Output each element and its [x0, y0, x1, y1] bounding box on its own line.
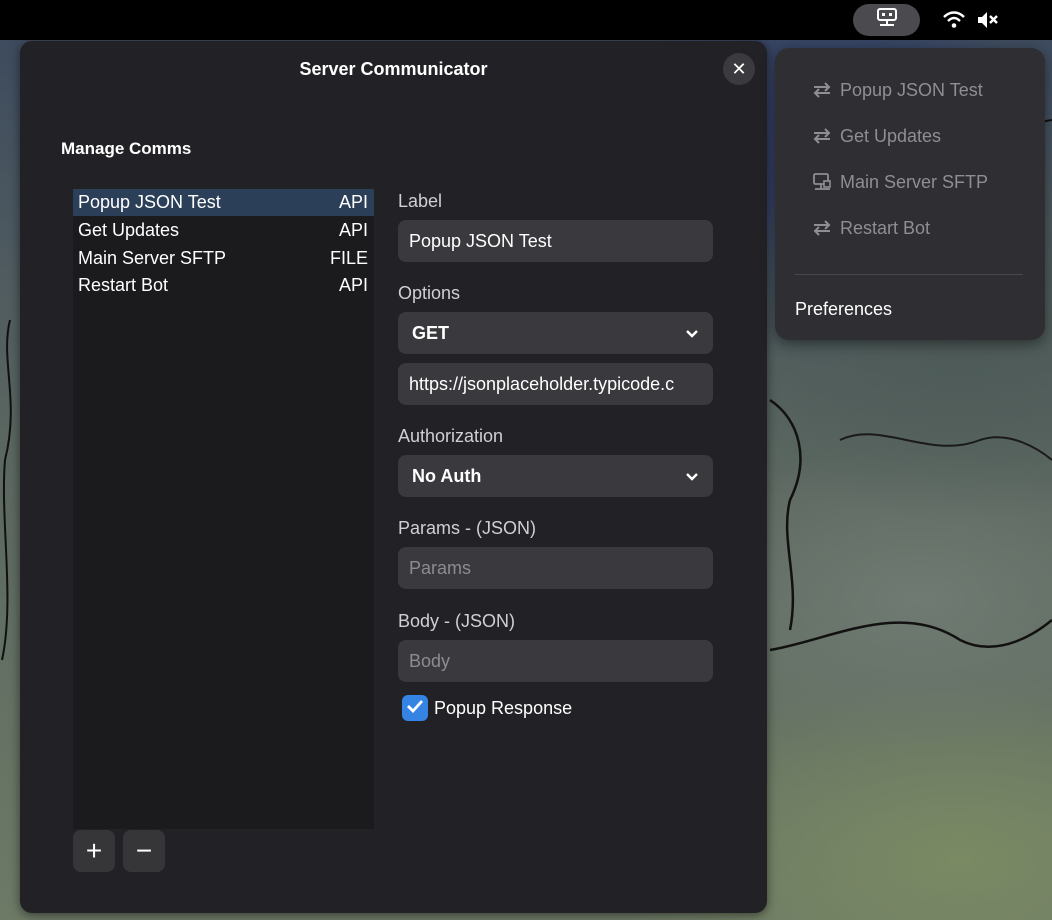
server-communicator-tray-button[interactable] — [853, 4, 920, 36]
network-server-icon — [811, 171, 833, 193]
menu-item-preferences[interactable]: Preferences — [795, 299, 892, 320]
label-input[interactable]: Popup JSON Test — [398, 220, 713, 262]
menu-item-label: Popup JSON Test — [840, 79, 983, 100]
comm-type: API — [338, 219, 368, 240]
close-icon: ✕ — [731, 58, 747, 79]
menu-item-restart-bot[interactable]: Restart Bot — [811, 217, 930, 239]
authorization-value: No Auth — [412, 465, 482, 486]
api-arrows-icon — [811, 217, 833, 239]
plus-icon: + — [85, 835, 103, 866]
method-value: GET — [412, 322, 450, 343]
list-item[interactable]: Popup JSON Test API — [73, 189, 374, 216]
label-field-title: Label — [398, 191, 443, 211]
checkmark-icon — [406, 699, 424, 718]
dialog-title: Server Communicator — [299, 59, 488, 79]
volume-muted-icon[interactable] — [977, 9, 999, 31]
tray-popup-menu: Popup JSON Test Get Updates Main Server … — [775, 48, 1045, 340]
popup-response-checkbox[interactable] — [402, 695, 428, 721]
comm-type: API — [338, 192, 368, 212]
add-comm-button[interactable]: + — [73, 830, 115, 872]
menu-item-get-updates[interactable]: Get Updates — [811, 125, 941, 147]
server-communicator-dialog: Server Communicator ✕ Manage Comms Popup… — [20, 41, 767, 913]
section-title: Manage Comms — [61, 139, 192, 158]
url-input[interactable]: https://jsonplaceholder.typicode.c — [398, 363, 713, 405]
remove-comm-button[interactable]: − — [123, 830, 165, 872]
chevron-down-icon — [685, 323, 699, 344]
close-button[interactable]: ✕ — [723, 53, 755, 85]
comm-label: Get Updates — [78, 219, 180, 240]
comm-type: FILE — [329, 247, 368, 268]
menu-item-main-server-sftp[interactable]: Main Server SFTP — [811, 171, 988, 193]
menu-item-label: Main Server SFTP — [840, 171, 989, 192]
authorization-dropdown[interactable]: No Auth — [398, 455, 713, 497]
chevron-down-icon — [685, 466, 699, 487]
authorization-title: Authorization — [398, 426, 504, 446]
api-arrows-icon — [811, 125, 833, 147]
popup-response-label: Popup Response — [434, 697, 573, 718]
params-input[interactable]: Params — [398, 547, 713, 589]
params-title: Params - (JSON) — [398, 518, 537, 538]
body-input[interactable]: Body — [398, 640, 713, 682]
minus-icon: − — [135, 835, 153, 866]
list-item[interactable]: Restart Bot API — [73, 272, 374, 299]
comm-label: Popup JSON Test — [78, 192, 221, 212]
top-bar — [0, 0, 1052, 40]
menu-item-popup-json-test[interactable]: Popup JSON Test — [811, 79, 983, 101]
list-item[interactable]: Get Updates API — [73, 217, 374, 244]
server-communicator-icon — [876, 7, 898, 33]
comm-label: Restart Bot — [78, 275, 169, 296]
list-item[interactable]: Main Server SFTP FILE — [73, 245, 374, 272]
comm-label: Main Server SFTP — [78, 247, 227, 268]
comms-list: Popup JSON Test API Get Updates API Main… — [73, 189, 374, 829]
comm-type: API — [338, 275, 368, 296]
menu-item-label: Get Updates — [840, 125, 942, 146]
menu-separator — [795, 274, 1023, 275]
api-arrows-icon — [811, 79, 833, 101]
options-title: Options — [398, 283, 461, 303]
popup-response-row: Popup Response — [402, 695, 572, 721]
body-title: Body - (JSON) — [398, 611, 516, 631]
menu-item-label: Restart Bot — [840, 217, 931, 238]
method-dropdown[interactable]: GET — [398, 312, 713, 354]
wifi-icon[interactable] — [943, 9, 965, 31]
